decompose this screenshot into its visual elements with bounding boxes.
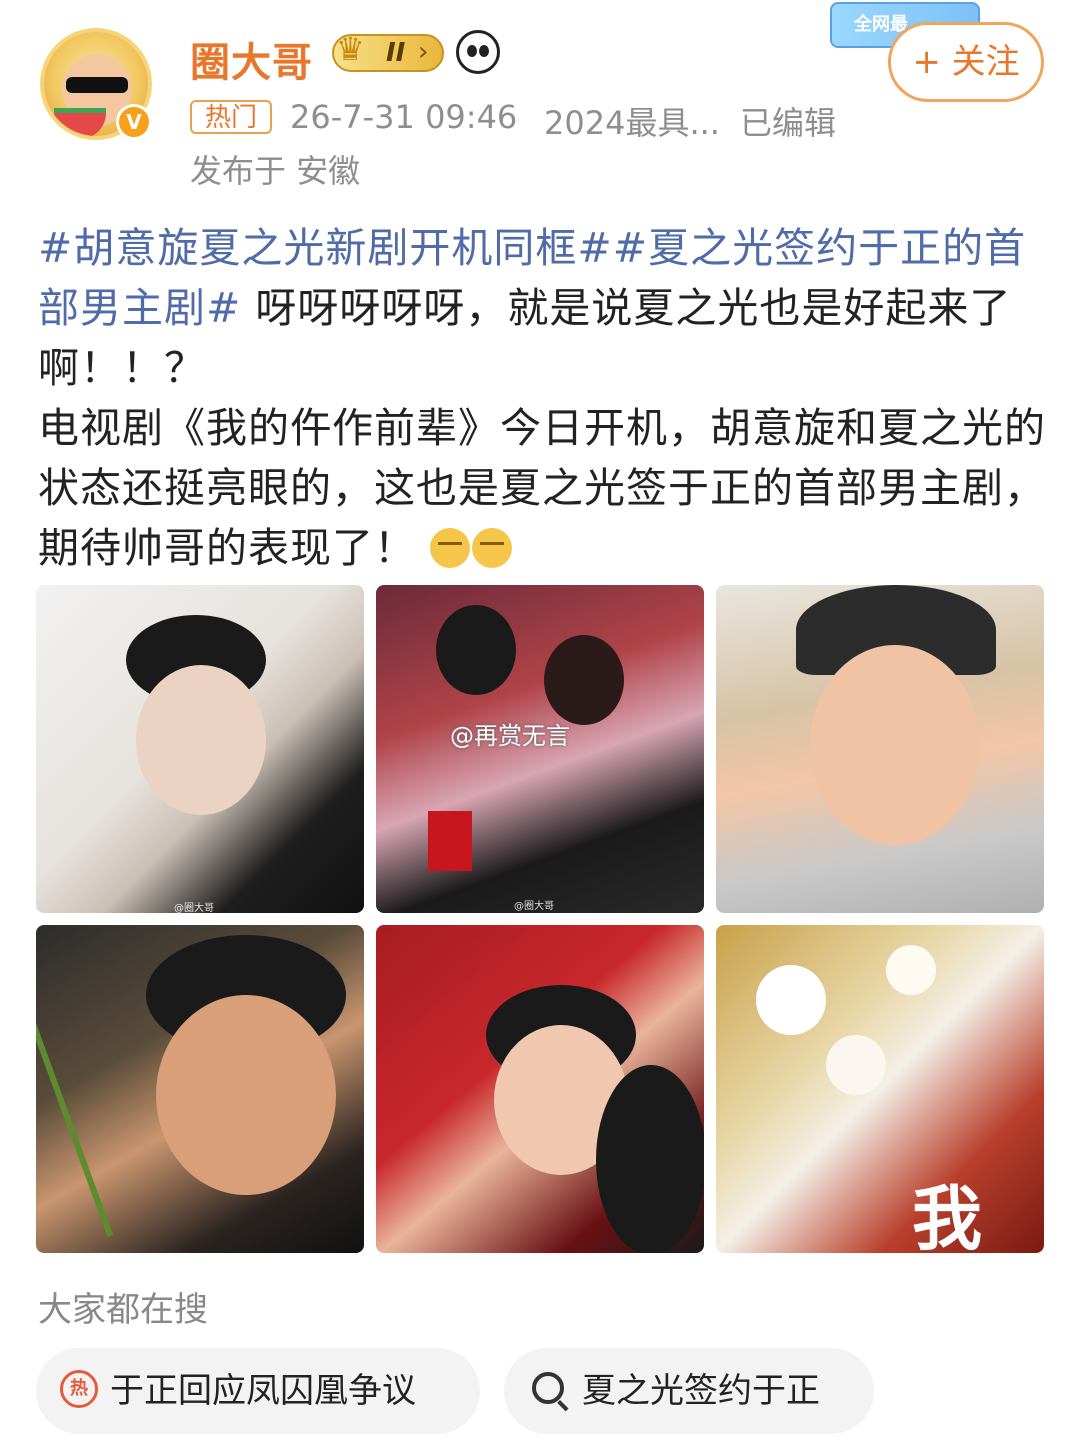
vip-level-badge[interactable]: ♛ II › <box>332 30 444 72</box>
timestamp: 26-7-31 09:46 <box>290 98 518 136</box>
post-source[interactable]: 2024最具... <box>544 98 720 144</box>
username[interactable]: 圈大哥 <box>190 30 313 88</box>
photo-blossom <box>756 965 826 1035</box>
edited-label[interactable]: 已编辑 <box>740 98 836 144</box>
photo-person-woman <box>544 635 624 725</box>
avatar-watermelon <box>54 108 106 136</box>
vip-level-text: II <box>386 38 406 68</box>
photo-blossom <box>826 1035 886 1095</box>
panda-icon <box>456 30 500 74</box>
smirk-emoji-icon <box>472 528 513 568</box>
verified-v-icon: V <box>116 104 152 140</box>
crown-icon: ♛ <box>336 30 365 68</box>
post-photo-1[interactable]: @圈大哥 <box>36 585 364 913</box>
post-photo-4[interactable] <box>36 925 364 1253</box>
search-chip-2[interactable]: 夏之光签约于正 <box>504 1348 874 1434</box>
photo-face <box>136 665 266 815</box>
trending-search-title: 大家都在搜 <box>38 1290 208 1330</box>
post-paragraph-1: #胡意旋夏之光新剧开机同框##夏之光签约于正的首部男主剧# 呀呀呀呀呀，就是说夏… <box>38 218 1048 398</box>
photo-watermark: @圈大哥 <box>514 901 554 912</box>
image-watermark: @再赏无言 <box>450 722 570 750</box>
photo-watermark: @圈大哥 <box>174 903 214 913</box>
photo-branch <box>36 953 114 1237</box>
search-chip-label: 夏之光签约于正 <box>582 1371 820 1411</box>
photo-face <box>810 645 980 845</box>
poster-title-char: 我 <box>912 1178 982 1253</box>
post-photo-6[interactable]: 我 <box>716 925 1044 1253</box>
post-header: V 圈大哥 ♛ II › 全网最 + 关注 热门 26-7-31 09:46 2… <box>0 0 1080 200</box>
search-icon <box>532 1372 564 1404</box>
post-paragraph-2: 电视剧《我的仵作前辈》今日开机，胡意旋和夏之光的状态还挺亮眼的，这也是夏之光签于… <box>38 398 1048 578</box>
hashtag-link[interactable]: #胡意旋夏之光新剧开机同框# <box>38 224 613 272</box>
post-text-line: 电视剧《我的仵作前辈》今日开机，胡意旋和夏之光的状态还挺亮眼的，这也是夏之光签于… <box>38 404 1046 572</box>
photo-person-masked <box>436 605 516 695</box>
search-chip-1[interactable]: 热 于正回应凤囚凰争议 <box>36 1348 480 1434</box>
smirk-emoji-icon <box>430 528 471 568</box>
post-body: #胡意旋夏之光新剧开机同框##夏之光签约于正的首部男主剧# 呀呀呀呀呀，就是说夏… <box>38 218 1048 578</box>
hot-tag: 热门 <box>190 100 272 134</box>
photo-person-back <box>596 1065 704 1253</box>
photo-blossom <box>886 945 936 995</box>
photo-face <box>156 995 336 1195</box>
photo-red-envelope <box>428 811 472 871</box>
search-chip-label: 于正回应凤囚凰争议 <box>110 1371 416 1411</box>
post-location: 发布于 安徽 <box>190 152 361 190</box>
post-photo-5[interactable] <box>376 925 704 1253</box>
chevron-right-icon: › <box>418 37 429 67</box>
post-photo-3[interactable] <box>716 585 1044 913</box>
avatar-sunglasses <box>66 77 128 93</box>
hot-search-icon: 热 <box>60 1370 98 1408</box>
follow-button[interactable]: + 关注 <box>888 22 1044 102</box>
